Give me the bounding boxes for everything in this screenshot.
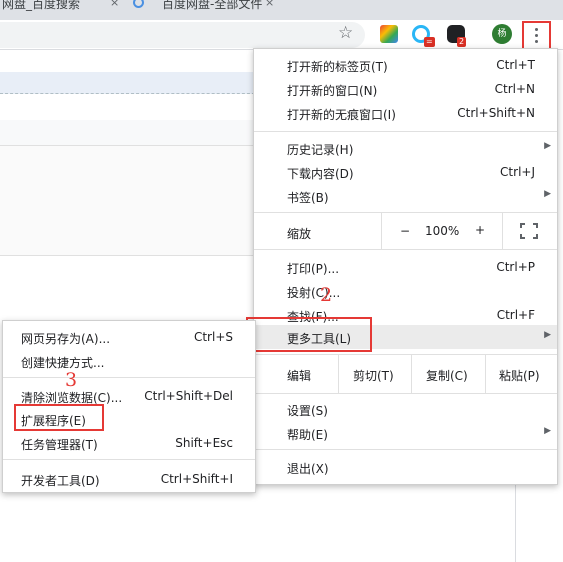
menu-item-shortcut: Ctrl+N [494, 82, 535, 96]
submenu-arrow-icon: ▶ [544, 330, 551, 340]
edit-divider [338, 355, 339, 393]
cut-button[interactable]: 剪切(T) [353, 367, 394, 384]
highlight-box-menu-button [522, 21, 551, 51]
menu-item-shortcut: Shift+Esc [175, 436, 233, 450]
extension-badge: = [424, 37, 435, 47]
menu-item-shortcut: Ctrl+P [496, 260, 535, 274]
highlight-box-extensions [14, 404, 104, 431]
submenu-arrow-icon: ▶ [544, 189, 551, 199]
menu-item-shortcut: Ctrl+Shift+Del [144, 389, 233, 403]
edit-divider [485, 355, 486, 393]
menu-item-label: 开发者工具(D) [21, 474, 100, 488]
menu-separator [3, 377, 255, 378]
menu-item-label: 下载内容(D) [287, 167, 354, 181]
submenu-item-save-page-as[interactable]: 网页另存为(A)... Ctrl+S [3, 325, 255, 349]
submenu-item-create-shortcut[interactable]: 创建快捷方式... [3, 349, 255, 373]
menu-row-zoom: 缩放 − 100% + [254, 213, 557, 249]
menu-item-shortcut: Ctrl+S [193, 330, 233, 344]
tab-baidu-pan[interactable]: 百度网盘-全部文件 × [128, 0, 280, 20]
chrome-main-menu: 打开新的标签页(T) Ctrl+T 打开新的窗口(N) Ctrl+N 打开新的无… [253, 48, 558, 485]
menu-item-new-tab[interactable]: 打开新的标签页(T) Ctrl+T [254, 53, 557, 77]
menu-separator [254, 449, 557, 450]
menu-separator [254, 249, 557, 250]
profile-avatar[interactable]: 杨 [492, 24, 512, 44]
menu-item-shortcut: Ctrl+J [500, 165, 535, 179]
menu-row-edit: 编辑 剪切(T) 复制(C) 粘贴(P) [254, 355, 557, 393]
menu-item-label: 网页另存为(A)... [21, 332, 111, 346]
menu-item-exit[interactable]: 退出(X) [254, 455, 557, 479]
menu-item-bookmarks[interactable]: 书签(B) ▶ [254, 184, 557, 208]
submenu-item-developer-tools[interactable]: 开发者工具(D) Ctrl+Shift+I [3, 467, 255, 491]
menu-item-label: 设置(S) [287, 404, 328, 418]
bookmark-star-icon[interactable]: ☆ [338, 23, 353, 43]
tab-title: 百度网盘-全部文件 [162, 0, 263, 11]
page-panel [0, 146, 260, 256]
extension-badge: 2 [457, 37, 467, 47]
highlight-box-more-tools [246, 317, 372, 352]
menu-item-label: 打开新的标签页(T) [287, 60, 388, 74]
menu-item-shortcut: Ctrl+T [496, 58, 535, 72]
page-strip [0, 120, 260, 146]
menu-item-downloads[interactable]: 下载内容(D) Ctrl+J [254, 160, 557, 184]
menu-item-print[interactable]: 打印(P)... Ctrl+P [254, 255, 557, 279]
close-icon[interactable]: × [265, 0, 274, 9]
tab-baidu-search[interactable]: 网盘_百度搜索 × [0, 0, 120, 20]
menu-separator [254, 131, 557, 132]
menu-item-label: 打开新的窗口(N) [287, 84, 378, 98]
menu-item-label: 打印(P)... [287, 262, 340, 276]
zoom-label: 缩放 [287, 227, 312, 241]
paste-button[interactable]: 粘贴(P) [499, 367, 540, 384]
submenu-item-task-manager[interactable]: 任务管理器(T) Shift+Esc [3, 431, 255, 455]
zoom-divider [502, 213, 503, 249]
menu-item-label: 创建快捷方式... [21, 356, 105, 370]
tab-title: 网盘_百度搜索 [2, 0, 81, 11]
menu-item-shortcut: Ctrl+Shift+N [457, 106, 535, 120]
menu-item-history[interactable]: 历史记录(H) ▶ [254, 136, 557, 160]
edit-divider [411, 355, 412, 393]
menu-item-cast[interactable]: 投射(C)... [254, 279, 557, 303]
address-bar[interactable] [0, 22, 365, 48]
menu-item-label: 书签(B) [287, 191, 329, 205]
menu-item-shortcut: Ctrl+F [496, 308, 535, 322]
menu-item-label: 任务管理器(T) [21, 438, 98, 452]
extension-colorful-icon[interactable] [380, 25, 398, 43]
page-strip [0, 72, 260, 94]
menu-item-label: 打开新的无痕窗口(I) [287, 108, 396, 122]
annotation-step-2: 2 [320, 284, 333, 306]
zoom-divider [381, 213, 382, 249]
menu-item-shortcut: Ctrl+Shift+I [160, 472, 233, 486]
submenu-arrow-icon: ▶ [544, 141, 551, 151]
menu-separator [254, 393, 557, 394]
annotation-step-3: 3 [65, 369, 78, 391]
menu-item-new-incognito-window[interactable]: 打开新的无痕窗口(I) Ctrl+Shift+N [254, 101, 557, 125]
fullscreen-icon[interactable] [520, 223, 538, 239]
menu-item-label: 投射(C)... [287, 286, 341, 300]
edit-label: 编辑 [287, 369, 312, 383]
menu-item-label: 退出(X) [287, 462, 329, 476]
zoom-level: 100% [425, 224, 460, 238]
zoom-in-button[interactable]: + [475, 223, 485, 237]
menu-item-help[interactable]: 帮助(E) ▶ [254, 421, 557, 445]
menu-item-settings[interactable]: 设置(S) [254, 397, 557, 421]
submenu-arrow-icon: ▶ [544, 426, 551, 436]
baidu-pan-icon [133, 0, 144, 8]
menu-item-label: 帮助(E) [287, 428, 328, 442]
menu-item-label: 历史记录(H) [287, 143, 354, 157]
copy-button[interactable]: 复制(C) [426, 367, 468, 384]
menu-separator [3, 459, 255, 460]
menu-item-new-window[interactable]: 打开新的窗口(N) Ctrl+N [254, 77, 557, 101]
close-icon[interactable]: × [110, 0, 119, 9]
zoom-out-button[interactable]: − [400, 224, 410, 238]
